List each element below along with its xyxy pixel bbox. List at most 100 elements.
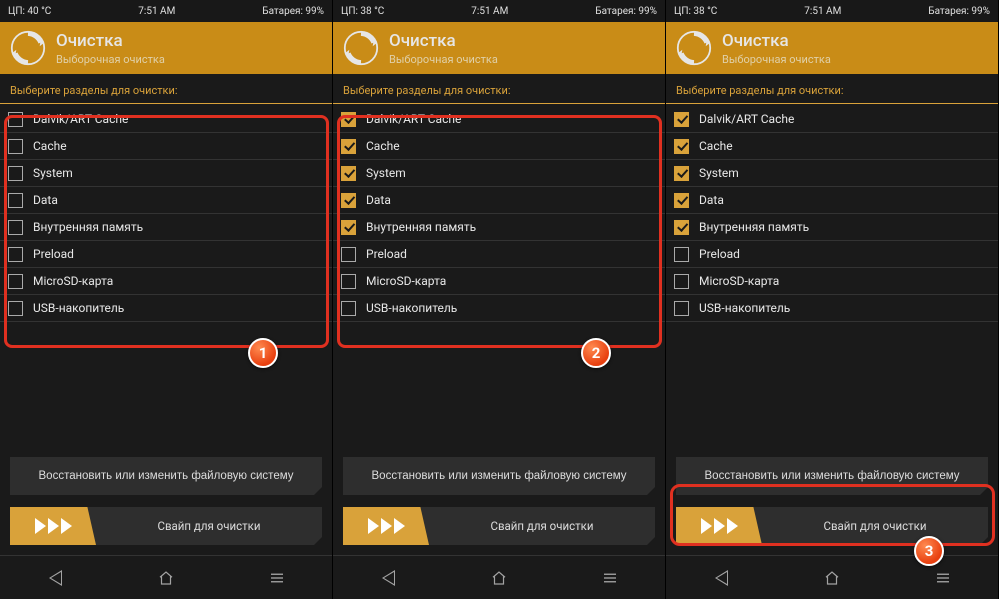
repair-filesystem-button[interactable]: Восстановить или изменить файловую систе… xyxy=(343,457,655,495)
section-label: Выберите разделы для очистки: xyxy=(0,74,332,104)
checkbox-icon[interactable] xyxy=(341,301,356,316)
partition-label: Cache xyxy=(366,139,400,153)
partition-row[interactable]: Внутренняя память xyxy=(0,214,332,241)
checkbox-icon[interactable] xyxy=(8,193,23,208)
partition-label: Внутренняя память xyxy=(366,220,476,234)
partition-row[interactable]: Dalvik/ART Cache xyxy=(0,106,332,133)
swipe-handle-icon[interactable] xyxy=(676,507,762,545)
nav-home-icon[interactable] xyxy=(822,568,842,588)
partition-row[interactable]: Cache xyxy=(0,133,332,160)
partition-row[interactable]: Внутренняя память xyxy=(333,214,665,241)
checkbox-icon[interactable] xyxy=(341,247,356,262)
partition-label: Dalvik/ART Cache xyxy=(366,112,461,126)
checkbox-icon[interactable] xyxy=(341,166,356,181)
repair-filesystem-button[interactable]: Восстановить или изменить файловую систе… xyxy=(676,457,988,495)
nav-menu-icon[interactable] xyxy=(600,568,620,588)
step-badge: 1 xyxy=(248,338,278,368)
swipe-label: Свайп для очистки xyxy=(429,519,655,533)
status-bar: ЦП: 40 °C 7:51 AM Батарея: 99% xyxy=(0,0,332,22)
checkbox-icon[interactable] xyxy=(8,247,23,262)
partition-row[interactable]: System xyxy=(666,160,998,187)
checkbox-icon[interactable] xyxy=(341,193,356,208)
partition-row[interactable]: USB-накопитель xyxy=(666,295,998,322)
partition-label: USB-накопитель xyxy=(33,301,124,315)
partition-row[interactable]: USB-накопитель xyxy=(333,295,665,322)
partition-row[interactable]: Cache xyxy=(666,133,998,160)
nav-bar xyxy=(666,555,998,599)
status-time: 7:51 AM xyxy=(804,6,841,17)
status-battery: Батарея: 99% xyxy=(595,6,657,17)
checkbox-icon[interactable] xyxy=(674,274,689,289)
swipe-label: Свайп для очистки xyxy=(762,519,988,533)
nav-back-icon[interactable] xyxy=(378,568,398,588)
checkbox-icon[interactable] xyxy=(674,193,689,208)
checkbox-icon[interactable] xyxy=(8,220,23,235)
checkbox-icon[interactable] xyxy=(341,220,356,235)
partition-row[interactable]: Внутренняя память xyxy=(666,214,998,241)
checkbox-icon[interactable] xyxy=(674,139,689,154)
partition-row[interactable]: System xyxy=(333,160,665,187)
swipe-handle-icon[interactable] xyxy=(10,507,96,545)
phone-screen-1: 1 ЦП: 40 °C 7:51 AM Батарея: 99% Очистка… xyxy=(0,0,333,599)
nav-home-icon[interactable] xyxy=(156,568,176,588)
status-time: 7:51 AM xyxy=(471,6,508,17)
partition-row[interactable]: MicroSD-карта xyxy=(0,268,332,295)
title-bar: Очистка Выборочная очистка xyxy=(333,22,665,74)
partition-label: Cache xyxy=(33,139,67,153)
partition-label: MicroSD-карта xyxy=(366,274,446,288)
checkbox-icon[interactable] xyxy=(674,220,689,235)
swipe-to-wipe-slider[interactable]: Свайп для очистки xyxy=(676,507,988,545)
checkbox-icon[interactable] xyxy=(8,274,23,289)
swipe-to-wipe-slider[interactable]: Свайп для очистки xyxy=(343,507,655,545)
status-cpu: ЦП: 38 °C xyxy=(341,6,384,17)
checkbox-icon[interactable] xyxy=(674,247,689,262)
checkbox-icon[interactable] xyxy=(8,139,23,154)
partition-row[interactable]: MicroSD-карта xyxy=(333,268,665,295)
checkbox-icon[interactable] xyxy=(674,112,689,127)
partition-label: Data xyxy=(33,193,58,207)
partition-row[interactable]: System xyxy=(0,160,332,187)
twrp-logo-icon xyxy=(10,30,46,66)
checkbox-icon[interactable] xyxy=(341,139,356,154)
step-badge: 3 xyxy=(914,536,944,566)
twrp-logo-icon xyxy=(343,30,379,66)
checkbox-icon[interactable] xyxy=(341,274,356,289)
step-badge: 2 xyxy=(581,338,611,368)
partition-row[interactable]: Dalvik/ART Cache xyxy=(666,106,998,133)
checkbox-icon[interactable] xyxy=(8,166,23,181)
partition-label: System xyxy=(366,166,406,180)
repair-filesystem-button[interactable]: Восстановить или изменить файловую систе… xyxy=(10,457,322,495)
partition-row[interactable]: Preload xyxy=(0,241,332,268)
partition-row[interactable]: Preload xyxy=(333,241,665,268)
partition-label: USB-накопитель xyxy=(366,301,457,315)
checkbox-icon[interactable] xyxy=(8,112,23,127)
swipe-to-wipe-slider[interactable]: Свайп для очистки xyxy=(10,507,322,545)
nav-home-icon[interactable] xyxy=(489,568,509,588)
checkbox-icon[interactable] xyxy=(341,112,356,127)
page-subtitle: Выборочная очистка xyxy=(56,53,165,66)
partition-row[interactable]: Dalvik/ART Cache xyxy=(333,106,665,133)
swipe-handle-icon[interactable] xyxy=(343,507,429,545)
nav-back-icon[interactable] xyxy=(711,568,731,588)
partition-row[interactable]: Data xyxy=(333,187,665,214)
page-title: Очистка xyxy=(56,31,165,51)
partition-row[interactable]: Data xyxy=(666,187,998,214)
nav-menu-icon[interactable] xyxy=(933,568,953,588)
partition-row[interactable]: MicroSD-карта xyxy=(666,268,998,295)
partition-row[interactable]: USB-накопитель xyxy=(0,295,332,322)
nav-back-icon[interactable] xyxy=(45,568,65,588)
nav-menu-icon[interactable] xyxy=(267,568,287,588)
partition-label: Dalvik/ART Cache xyxy=(33,112,128,126)
checkbox-icon[interactable] xyxy=(674,166,689,181)
checkbox-icon[interactable] xyxy=(674,301,689,316)
page-subtitle: Выборочная очистка xyxy=(389,53,498,66)
partition-row[interactable]: Data xyxy=(0,187,332,214)
partition-row[interactable]: Preload xyxy=(666,241,998,268)
nav-bar xyxy=(333,555,665,599)
checkbox-icon[interactable] xyxy=(8,301,23,316)
partition-label: System xyxy=(699,166,739,180)
partition-label: MicroSD-карта xyxy=(33,274,113,288)
section-label: Выберите разделы для очистки: xyxy=(333,74,665,104)
partition-row[interactable]: Cache xyxy=(333,133,665,160)
partition-label: MicroSD-карта xyxy=(699,274,779,288)
